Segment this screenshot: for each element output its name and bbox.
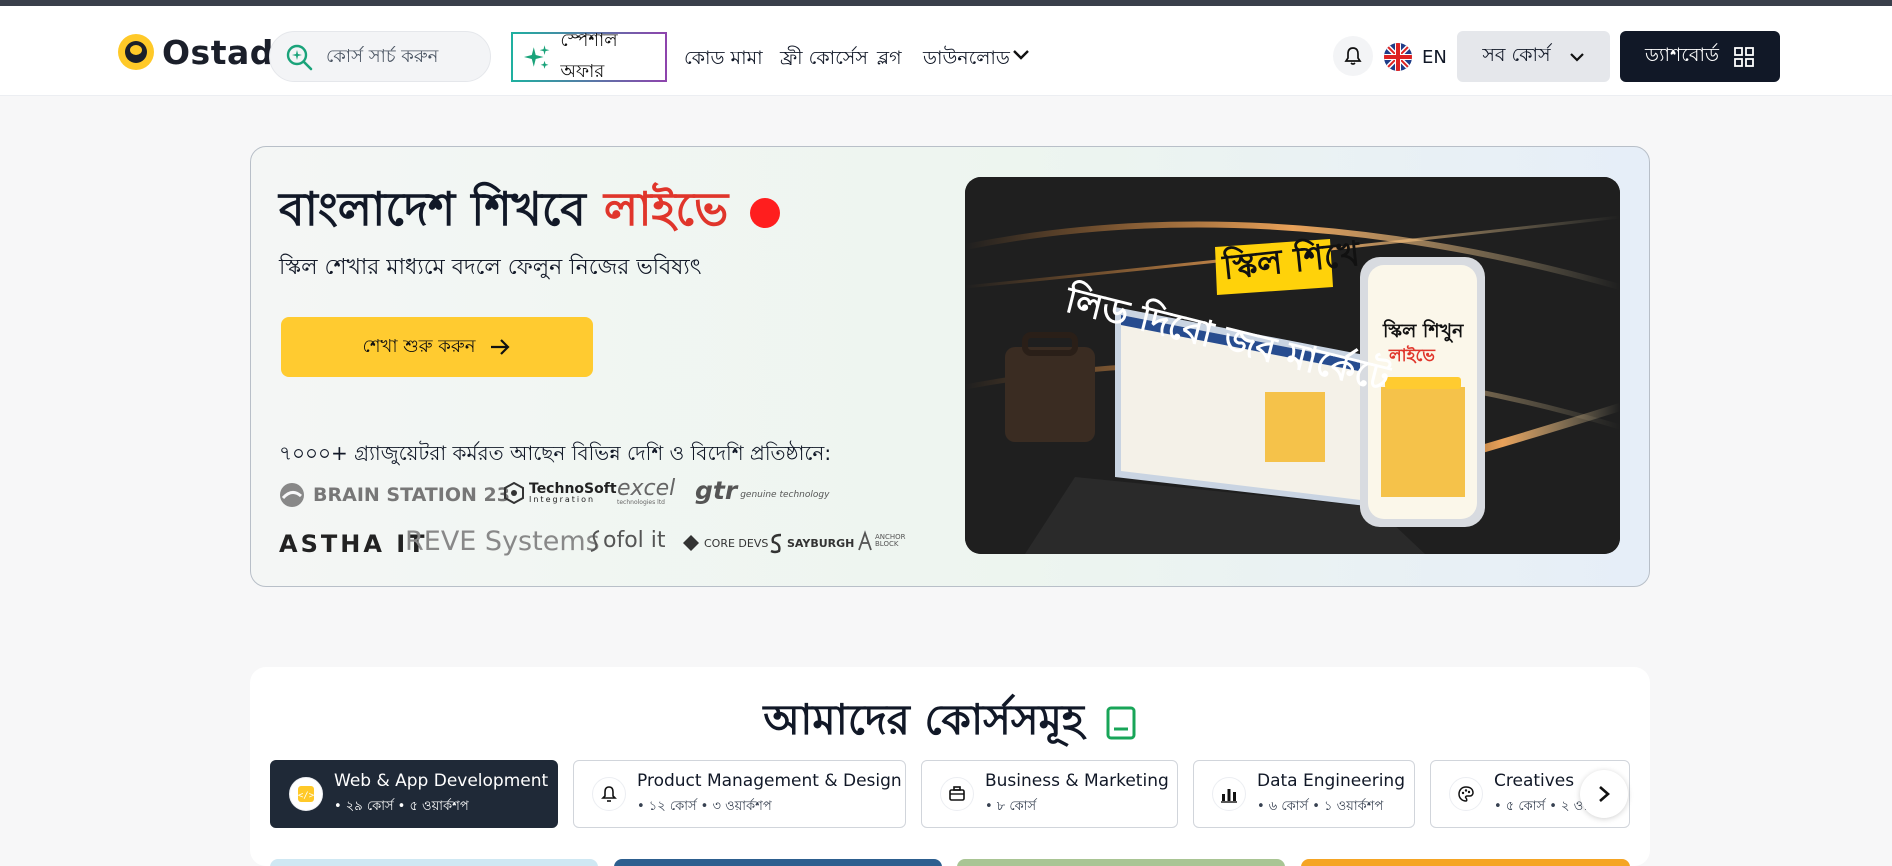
special-offer-button[interactable]: স্পেশাল অফার	[511, 30, 667, 82]
partner-brainstation-name: BRAIN STATION 23	[313, 484, 510, 506]
ostad-logo[interactable]: Ostad	[118, 32, 274, 72]
partner-technosoft: TechnoSoft Integration	[504, 482, 617, 504]
partner-sayburgh: SAYBURGH	[769, 532, 854, 554]
tab-data-title: Data Engineering	[1257, 770, 1405, 791]
partner-gtr-name: gtr	[695, 476, 738, 505]
palette-icon	[1449, 777, 1483, 811]
bell-ring-icon	[592, 777, 626, 811]
courses-title-text: আমাদের কোর্সসমূহ	[763, 695, 1084, 744]
dashboard-label: ড্যাশবোর্ড	[1645, 43, 1719, 66]
search-box[interactable]	[269, 31, 491, 82]
site-header: Ostad স্পেশাল অফার কোড মামা ফ্রী কোর্সেস…	[0, 6, 1892, 96]
chevron-down-icon	[1569, 52, 1584, 62]
nav-download[interactable]: ডাউনলোড	[923, 44, 1010, 76]
grid-icon	[1734, 46, 1754, 67]
sparkle-search-icon	[286, 44, 313, 70]
partner-excel: excel technologies ltd	[617, 478, 675, 506]
partner-anchor-block: ANCHOR BLOCK	[857, 530, 906, 552]
hero-section: বাংলাদেশ শিখবে লাইভে স্কিল শেখার মাধ্যমে…	[250, 146, 1650, 587]
bell-icon	[1344, 47, 1362, 65]
partner-sofol-name: ofol it	[603, 528, 666, 553]
dashboard-button[interactable]: ড্যাশবোর্ড	[1620, 31, 1780, 82]
coredevs-logo-icon	[683, 535, 699, 551]
bar-chart-icon	[1212, 777, 1246, 811]
tab-creatives-title: Creatives	[1494, 770, 1575, 791]
book-icon	[1106, 706, 1136, 739]
hero-subtitle: স্কিল শেখার মাধ্যমে বদলে ফেলুন নিজের ভবি…	[279, 255, 702, 280]
partner-sofol-it: ofol it	[589, 528, 666, 553]
briefcase-icon	[940, 777, 974, 811]
special-offer-label: স্পেশাল অফার	[560, 30, 618, 82]
start-learning-label: শেখা শুরু করুন	[362, 335, 476, 357]
sparkle-icon	[523, 45, 550, 69]
partner-core-devs: CORE DEVS	[682, 534, 768, 552]
ostad-logo-icon	[118, 34, 154, 70]
search-input[interactable]	[326, 46, 476, 67]
language-switcher[interactable]: EN	[1384, 42, 1447, 72]
partner-sayburgh-name: SAYBURGH	[787, 536, 855, 550]
tab-business-marketing[interactable]: Business & Marketing • ৮ কোর্স	[921, 760, 1178, 828]
partner-core-devs-name: CORE DEVS	[704, 536, 769, 550]
chevron-right-icon	[1599, 786, 1610, 802]
technosoft-logo-icon	[504, 482, 524, 504]
live-dot-icon	[750, 198, 781, 228]
tab-product-management-design[interactable]: Product Management & Design • ১২ কোর্স •…	[573, 760, 906, 828]
tab-creatives-meta: • ৫ কোর্স • ২ ওয়া	[1494, 798, 1595, 814]
notification-bell-button[interactable]	[1333, 36, 1373, 76]
nav-blog[interactable]: ব্লগ	[877, 44, 902, 76]
nav-code-mama[interactable]: কোড মামা	[684, 44, 763, 76]
courses-section: আমাদের কোর্সসমূহ </> Web & App Developme…	[250, 667, 1650, 866]
hero-banner-image: স্কিল শিখে লিড দিবো জব মার্কেটে স্কিল শি…	[965, 177, 1620, 554]
partner-brainstation: BRAIN STATION 23	[279, 482, 510, 508]
graduates-text: ৭০০০+ গ্র্যাজুয়েটরা কর্মরত আছেন বিভিন্ন…	[279, 441, 832, 465]
uk-flag-icon	[1384, 43, 1412, 71]
tab-product-meta: • ১২ কোর্স • ৩ ওয়ার্কশপ	[637, 798, 772, 814]
course-card-preview[interactable]	[270, 859, 598, 866]
hero-title-live: লাইভে	[603, 182, 729, 236]
sofol-logo-icon	[590, 529, 600, 552]
partner-gtr: gtr genuine technology	[695, 476, 829, 505]
code-icon: </>	[289, 777, 323, 811]
partner-reve-systems: REVE Systems	[405, 526, 600, 557]
tab-product-title: Product Management & Design	[637, 770, 902, 791]
course-card-preview[interactable]	[1301, 859, 1630, 866]
next-tab-button[interactable]	[1580, 770, 1628, 818]
tab-business-title: Business & Marketing	[985, 770, 1169, 791]
partner-technosoft-sub: Integration	[529, 495, 596, 504]
courses-title: আমাদের কোর্সসমূহ	[250, 687, 1650, 758]
download-chevron-down-icon[interactable]	[1012, 48, 1030, 62]
tab-web-app-meta: • ২৯ কোর্স • ৫ ওয়ার্কশপ	[334, 798, 469, 814]
sayburgh-logo-icon	[770, 533, 782, 554]
partner-anchor-block-name: ANCHOR BLOCK	[875, 533, 906, 548]
phone-live: লাইভে	[1389, 346, 1435, 366]
partner-excel-name: excel	[617, 476, 676, 501]
course-card-preview[interactable]	[614, 859, 942, 866]
tab-web-app-development[interactable]: </> Web & App Development • ২৯ কোর্স • ৫…	[270, 760, 558, 828]
all-courses-label: সব কোর্স	[1482, 43, 1551, 66]
partner-excel-sub: technologies ltd	[617, 499, 665, 506]
hero-title-main: বাংলাদেশ শিখবে	[279, 182, 586, 236]
nav-free-courses[interactable]: ফ্রী কোর্সেস	[780, 44, 868, 76]
tab-data-engineering[interactable]: Data Engineering • ৬ কোর্স • ১ ওয়ার্কশপ	[1193, 760, 1415, 828]
brainstation-logo-icon	[280, 483, 304, 507]
course-card-preview[interactable]	[957, 859, 1285, 866]
anchorblock-logo-icon	[858, 530, 872, 551]
language-label: EN	[1422, 46, 1447, 68]
all-courses-dropdown[interactable]: সব কোর্স	[1457, 31, 1610, 82]
tab-business-meta: • ৮ কোর্স	[985, 798, 1037, 814]
partner-gtr-sub: genuine technology	[740, 490, 830, 500]
svg-text:</>: </>	[298, 791, 315, 801]
start-learning-button[interactable]: শেখা শুরু করুন	[281, 317, 593, 377]
tab-web-app-title: Web & App Development	[334, 770, 549, 791]
arrow-right-icon	[491, 339, 510, 355]
logo-text: Ostad	[162, 32, 274, 72]
hero-title: বাংলাদেশ শিখবে লাইভে	[279, 175, 781, 251]
tab-data-meta: • ৬ কোর্স • ১ ওয়ার্কশপ	[1257, 798, 1384, 814]
partner-technosoft-name: TechnoSoft	[529, 481, 617, 497]
